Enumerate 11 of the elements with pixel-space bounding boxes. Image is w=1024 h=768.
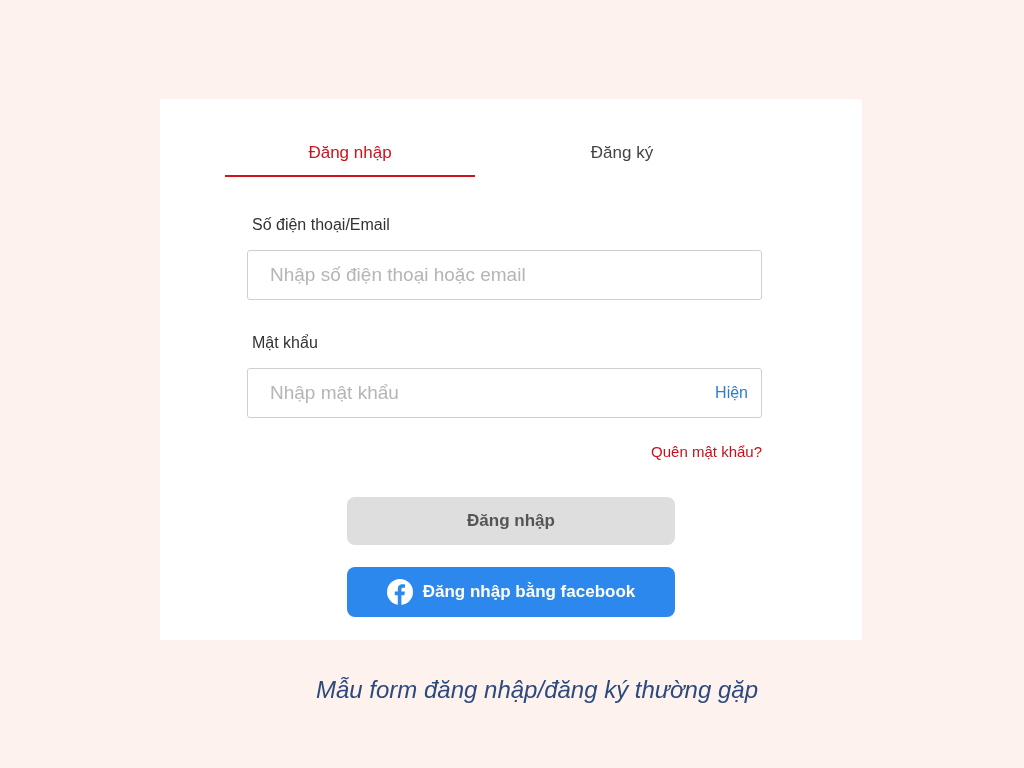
facebook-login-button[interactable]: Đăng nhập bằng facebook [347,567,675,617]
tab[interactable]: Đăng nhập [225,141,475,177]
tab[interactable]: Đăng ký [497,141,747,177]
show-password-link[interactable]: Hiện [715,383,748,403]
forgot-password-link[interactable]: Quên mật khẩu? [651,443,762,461]
field-label: Số điện thoại/Email [252,215,391,235]
input-field[interactable]: Nhập số điện thoại hoặc email [247,250,762,300]
login-button[interactable]: Đăng nhập [347,497,675,545]
field-label: Mật khẩu [252,333,319,353]
caption: Mẫu form đăng nhập/đăng ký thường gặp [315,675,759,705]
facebook-icon [386,579,413,605]
